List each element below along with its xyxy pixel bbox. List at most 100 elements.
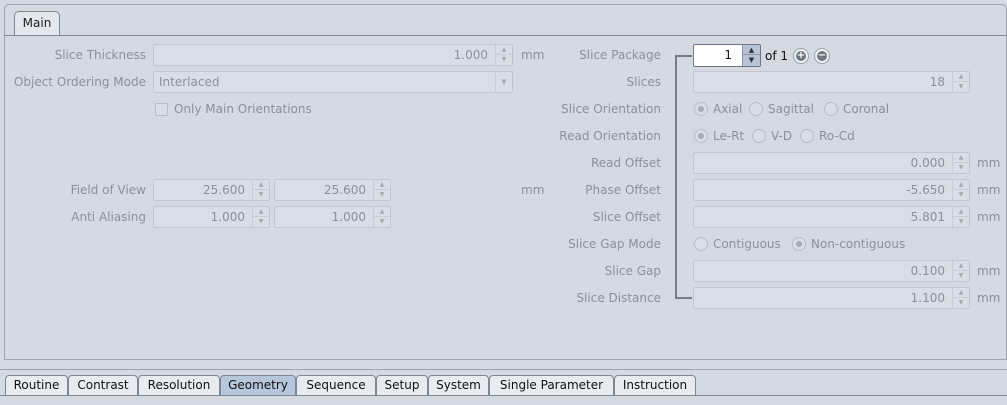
radio-ro-cd[interactable]	[800, 129, 814, 143]
slice-gap-label: Slice Gap	[604, 264, 661, 278]
anti-aliasing-read-field[interactable]: 1.000 ▲ ▼	[153, 206, 270, 228]
tab-system[interactable]: System	[428, 375, 489, 396]
tab-single-parameter[interactable]: Single Parameter	[489, 375, 614, 396]
spin-down-icon[interactable]: ▼	[953, 271, 969, 281]
slice-package-spinner[interactable]: ▲ ▼	[742, 45, 760, 66]
spin-down-icon[interactable]: ▼	[743, 55, 760, 66]
spin-up-icon[interactable]: ▲	[953, 72, 969, 82]
anti-aliasing-read-value: 1.000	[210, 210, 245, 224]
radio-non-contiguous[interactable]	[792, 237, 806, 251]
spin-up-icon[interactable]: ▲	[496, 45, 512, 55]
slice-thickness-value: 1.000	[453, 48, 488, 62]
slice-package-field[interactable]: 1 ▲ ▼	[693, 44, 761, 67]
anti-aliasing-phase-spinner[interactable]: ▲ ▼	[373, 207, 390, 227]
phase-offset-unit: mm	[977, 183, 1001, 197]
object-ordering-value: Interlaced	[159, 75, 220, 89]
spin-down-icon[interactable]: ▼	[374, 190, 390, 200]
slice-gap-field[interactable]: 0.100 ▲ ▼	[693, 260, 970, 282]
spin-up-icon[interactable]: ▲	[253, 207, 269, 217]
read-offset-spinner[interactable]: ▲ ▼	[952, 153, 969, 173]
spin-down-icon[interactable]: ▼	[374, 217, 390, 227]
slice-thickness-spinner[interactable]: ▲ ▼	[495, 45, 512, 65]
slice-gap-unit: mm	[977, 264, 1001, 278]
slice-gap-mode-label: Slice Gap Mode	[568, 237, 661, 251]
slice-distance-spinner[interactable]: ▲ ▼	[952, 288, 969, 308]
spin-down-icon[interactable]: ▼	[953, 217, 969, 227]
slice-offset-value: 5.801	[910, 210, 945, 224]
read-offset-unit: mm	[977, 156, 1001, 170]
radio-ro-cd-label: Ro-Cd	[819, 129, 855, 143]
radio-contiguous[interactable]	[694, 237, 708, 251]
radio-v-d-label: V-D	[771, 129, 793, 143]
slice-gap-spinner[interactable]: ▲ ▼	[952, 261, 969, 281]
spin-up-icon[interactable]: ▲	[953, 261, 969, 271]
slices-spinner[interactable]: ▲ ▼	[952, 72, 969, 92]
slices-value: 18	[929, 75, 945, 89]
slice-offset-unit: mm	[977, 210, 1001, 224]
minus-circle-icon: −	[817, 50, 827, 61]
anti-aliasing-phase-field[interactable]: 1.000 ▲ ▼	[274, 206, 391, 228]
slice-package-count: of 1	[765, 49, 789, 63]
anti-aliasing-phase-value: 1.000	[331, 210, 366, 224]
fov-read-spinner[interactable]: ▲ ▼	[252, 180, 269, 200]
radio-non-contiguous-label: Non-contiguous	[811, 237, 906, 251]
read-offset-value: 0.000	[910, 156, 945, 170]
spin-down-icon[interactable]: ▼	[953, 82, 969, 92]
read-offset-field[interactable]: 0.000 ▲ ▼	[693, 152, 970, 174]
slice-offset-spinner[interactable]: ▲ ▼	[952, 207, 969, 227]
remove-package-button[interactable]: −	[814, 48, 830, 64]
slice-distance-label: Slice Distance	[576, 291, 661, 305]
radio-v-d[interactable]	[752, 129, 766, 143]
spin-down-icon[interactable]: ▼	[253, 190, 269, 200]
slice-offset-field[interactable]: 5.801 ▲ ▼	[693, 206, 970, 228]
spin-down-icon[interactable]: ▼	[953, 298, 969, 308]
spin-up-icon[interactable]: ▲	[953, 180, 969, 190]
tab-contrast[interactable]: Contrast	[68, 375, 138, 396]
slice-distance-unit: mm	[977, 291, 1001, 305]
slices-field[interactable]: 18 ▲ ▼	[693, 71, 970, 93]
anti-aliasing-label: Anti Aliasing	[71, 210, 146, 224]
tab-setup[interactable]: Setup	[376, 375, 428, 396]
fov-phase-field[interactable]: 25.600 ▲ ▼	[274, 179, 391, 201]
tab-main[interactable]: Main	[14, 11, 60, 35]
tab-routine[interactable]: Routine	[5, 375, 68, 396]
spin-up-icon[interactable]: ▲	[743, 45, 760, 55]
package-bracket-bottom	[675, 297, 692, 299]
spin-down-icon[interactable]: ▼	[253, 217, 269, 227]
package-bracket-top	[675, 55, 692, 57]
slice-orientation-label: Slice Orientation	[561, 102, 661, 116]
radio-coronal[interactable]	[824, 102, 838, 116]
add-package-button[interactable]: +	[793, 48, 809, 64]
phase-offset-label: Phase Offset	[585, 183, 661, 197]
tab-sequence[interactable]: Sequence	[296, 375, 376, 396]
slice-thickness-field[interactable]: 1.000 ▲ ▼	[153, 44, 513, 66]
fov-read-field[interactable]: 25.600 ▲ ▼	[153, 179, 270, 201]
radio-le-rt[interactable]	[694, 129, 708, 143]
spin-up-icon[interactable]: ▲	[253, 180, 269, 190]
phase-offset-spinner[interactable]: ▲ ▼	[952, 180, 969, 200]
spin-down-icon[interactable]: ▼	[953, 163, 969, 173]
object-ordering-select[interactable]: Interlaced ▼	[153, 71, 513, 93]
phase-offset-value: -5.650	[906, 183, 945, 197]
package-bracket	[675, 55, 677, 299]
radio-axial[interactable]	[694, 102, 708, 116]
only-main-orientations-checkbox[interactable]	[155, 103, 168, 116]
tab-instruction[interactable]: Instruction	[614, 375, 696, 396]
chevron-down-icon[interactable]: ▼	[495, 72, 512, 92]
phase-offset-field[interactable]: -5.650 ▲ ▼	[693, 179, 970, 201]
spin-up-icon[interactable]: ▲	[374, 180, 390, 190]
spin-up-icon[interactable]: ▲	[953, 207, 969, 217]
radio-sagittal[interactable]	[749, 102, 763, 116]
fov-phase-spinner[interactable]: ▲ ▼	[373, 180, 390, 200]
tab-geometry[interactable]: Geometry	[220, 375, 296, 396]
spin-up-icon[interactable]: ▲	[374, 207, 390, 217]
spin-up-icon[interactable]: ▲	[953, 288, 969, 298]
anti-aliasing-read-spinner[interactable]: ▲ ▼	[252, 207, 269, 227]
radio-coronal-label: Coronal	[843, 102, 890, 116]
spin-up-icon[interactable]: ▲	[953, 153, 969, 163]
spin-down-icon[interactable]: ▼	[496, 55, 512, 65]
spin-down-icon[interactable]: ▼	[953, 190, 969, 200]
slice-distance-field[interactable]: 1.100 ▲ ▼	[693, 287, 970, 309]
tab-resolution[interactable]: Resolution	[138, 375, 220, 396]
slice-gap-value: 0.100	[910, 264, 945, 278]
